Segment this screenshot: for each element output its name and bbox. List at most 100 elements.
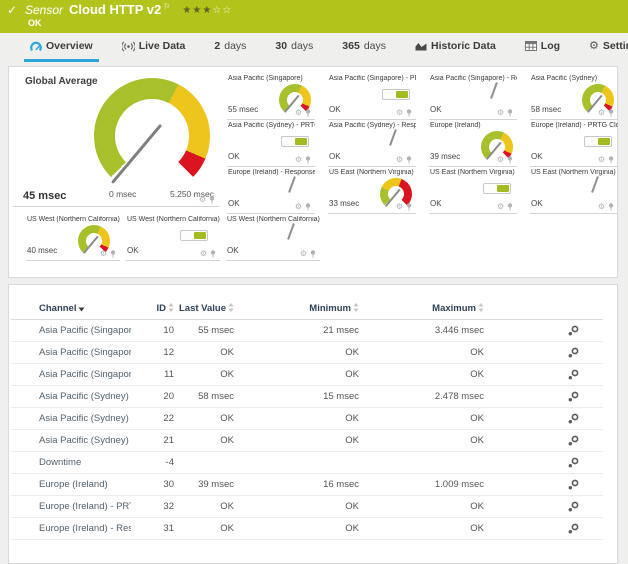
tile-pin-icon[interactable]: [406, 203, 412, 211]
channel-row: Asia Pacific (Singapore) - ...12OKOKOK: [11, 342, 603, 364]
channel-tile[interactable]: Asia Pacific (Sydney) - PRTG ...OK⚙: [227, 120, 315, 167]
star-empty-icon[interactable]: ☆: [212, 5, 222, 16]
tile-pin-icon[interactable]: [305, 109, 311, 117]
tile-pin-icon[interactable]: [608, 109, 614, 117]
tile-gear-icon[interactable]: ⚙: [598, 156, 605, 164]
channel-tile[interactable]: Asia Pacific (Singapore)55 msec⚙: [227, 73, 315, 120]
channel-tile[interactable]: Europe (Ireland) - Response C...OK⚙: [227, 167, 315, 214]
tile-gear-icon[interactable]: ⚙: [295, 109, 302, 117]
tab-log[interactable]: Log: [519, 33, 566, 62]
sensor-status-badge: OK: [28, 18, 42, 28]
tile-pin-icon[interactable]: [305, 203, 311, 211]
channel-tile-title: Asia Pacific (Singapore) - Res...: [430, 75, 517, 82]
column-header-id[interactable]: ID: [131, 297, 174, 320]
channel-tile[interactable]: Europe (Ireland) - PRTG Cloud...OK⚙: [530, 120, 618, 167]
tile-pin-icon[interactable]: [210, 250, 216, 258]
sort-icon: [226, 303, 234, 314]
star-filled-icon[interactable]: ★: [202, 5, 212, 16]
tile-gear-icon[interactable]: ⚙: [497, 156, 504, 164]
tile-pin-icon[interactable]: [507, 156, 513, 164]
column-header-maximum[interactable]: Maximum: [359, 297, 484, 320]
channel-tile[interactable]: US West (Northern California)40 msec⚙: [26, 214, 120, 261]
channel-value: OK: [234, 408, 359, 430]
column-header-minimum[interactable]: Minimum: [234, 297, 359, 320]
tab-overview[interactable]: Overview: [24, 33, 99, 62]
tile-gear-icon[interactable]: ⚙: [396, 156, 403, 164]
channel-row: Downtime-4: [11, 452, 603, 474]
channel-tile[interactable]: Asia Pacific (Singapore) - PR...OK⚙: [328, 73, 416, 120]
flag-icon[interactable]: ⚐: [163, 2, 170, 11]
tile-pin-icon[interactable]: [305, 156, 311, 164]
channel-tile[interactable]: Asia Pacific (Singapore) - Res...OK⚙: [429, 73, 517, 120]
tile-pin-icon[interactable]: [110, 250, 116, 258]
tab-historic-data[interactable]: Historic Data: [409, 33, 502, 62]
tile-gear-icon[interactable]: ⚙: [497, 203, 504, 211]
channel-settings-button[interactable]: [484, 474, 603, 496]
channel-value: OK: [359, 342, 484, 364]
star-filled-icon[interactable]: ★: [182, 5, 192, 16]
channel-settings-button[interactable]: [484, 342, 603, 364]
channel-row: Asia Pacific (Sydney)2058 msec15 msec2.4…: [11, 386, 603, 408]
channel-settings-button[interactable]: [484, 430, 603, 452]
global-average-tile[interactable]: Global Average 0 msec 5.250 msec 45 msec…: [13, 71, 219, 207]
tile-pin-icon[interactable]: [209, 196, 215, 204]
tile-pin-icon[interactable]: [608, 156, 614, 164]
sort-icon: [351, 303, 359, 314]
tile-pin-icon[interactable]: [310, 250, 316, 258]
tile-gear-icon[interactable]: ⚙: [598, 203, 605, 211]
channel-tile[interactable]: US West (Northern California)...OK⚙: [226, 214, 320, 261]
tile-pin-icon[interactable]: [507, 109, 513, 117]
channel-settings-button[interactable]: [484, 408, 603, 430]
channel-settings-button[interactable]: [484, 364, 603, 386]
channel-tile[interactable]: US East (Northern Virginia) - ...OK⚙: [530, 167, 618, 214]
tile-pin-icon[interactable]: [507, 203, 513, 211]
tile-pin-icon[interactable]: [608, 203, 614, 211]
channel-tile[interactable]: US West (Northern California)...OK⚙: [126, 214, 220, 261]
tile-gear-icon[interactable]: ⚙: [199, 196, 206, 204]
channel-tile[interactable]: Asia Pacific (Sydney)58 msec⚙: [530, 73, 618, 120]
column-header-last-value[interactable]: Last Value: [174, 297, 234, 320]
tile-gear-icon[interactable]: ⚙: [300, 250, 307, 258]
tab-365-days[interactable]: 365days: [336, 33, 392, 62]
tile-gear-icon[interactable]: ⚙: [497, 109, 504, 117]
channel-value: 12: [131, 342, 174, 364]
star-filled-icon[interactable]: ★: [192, 5, 202, 16]
priority-stars[interactable]: ★★★☆☆: [182, 5, 232, 16]
tile-gear-icon[interactable]: ⚙: [396, 109, 403, 117]
tab-live-data[interactable]: Live Data: [116, 33, 192, 62]
column-header-channel[interactable]: Channel: [11, 297, 131, 320]
tab-30-days[interactable]: 30days: [269, 33, 319, 62]
log-icon: [525, 41, 537, 51]
channel-tile-value: OK: [227, 246, 239, 255]
channel-settings-button[interactable]: [484, 496, 603, 518]
channel-tile[interactable]: US East (Northern Virginia)33 msec⚙: [328, 167, 416, 214]
global-average-title: Global Average: [25, 76, 98, 87]
tile-pin-icon[interactable]: [406, 109, 412, 117]
channel-tile-title: Europe (Ireland): [430, 122, 517, 129]
tile-gear-icon[interactable]: ⚙: [396, 203, 403, 211]
tile-gear-icon[interactable]: ⚙: [295, 156, 302, 164]
channel-settings-button[interactable]: [484, 386, 603, 408]
channel-tile[interactable]: Europe (Ireland)39 msec⚙: [429, 120, 517, 167]
channel-value: 22: [131, 408, 174, 430]
tile-gear-icon[interactable]: ⚙: [295, 203, 302, 211]
channel-tile[interactable]: US East (Northern Virginia) - ...OK⚙: [429, 167, 517, 214]
gauge-needle: [389, 129, 397, 146]
tab-settings[interactable]: ⚙Settings: [583, 33, 628, 62]
channel-value: OK: [234, 496, 359, 518]
tile-gear-icon[interactable]: ⚙: [598, 109, 605, 117]
tab-2-days[interactable]: 2days: [208, 33, 252, 62]
star-empty-icon[interactable]: ☆: [222, 5, 232, 16]
channel-value: OK: [174, 364, 234, 386]
tile-pin-icon[interactable]: [406, 156, 412, 164]
channel-lookup-indicator: [483, 183, 511, 194]
tab-label: Log: [541, 40, 560, 52]
tile-gear-icon[interactable]: ⚙: [200, 250, 207, 258]
channel-tile-title: US West (Northern California): [27, 216, 120, 223]
tile-gear-icon[interactable]: ⚙: [100, 250, 107, 258]
channel-settings-button[interactable]: [484, 452, 603, 474]
channel-value: 58 msec: [174, 386, 234, 408]
channel-settings-button[interactable]: [484, 320, 603, 342]
channel-settings-button[interactable]: [484, 518, 603, 540]
channel-tile[interactable]: Asia Pacific (Sydney) - Respo...OK⚙: [328, 120, 416, 167]
